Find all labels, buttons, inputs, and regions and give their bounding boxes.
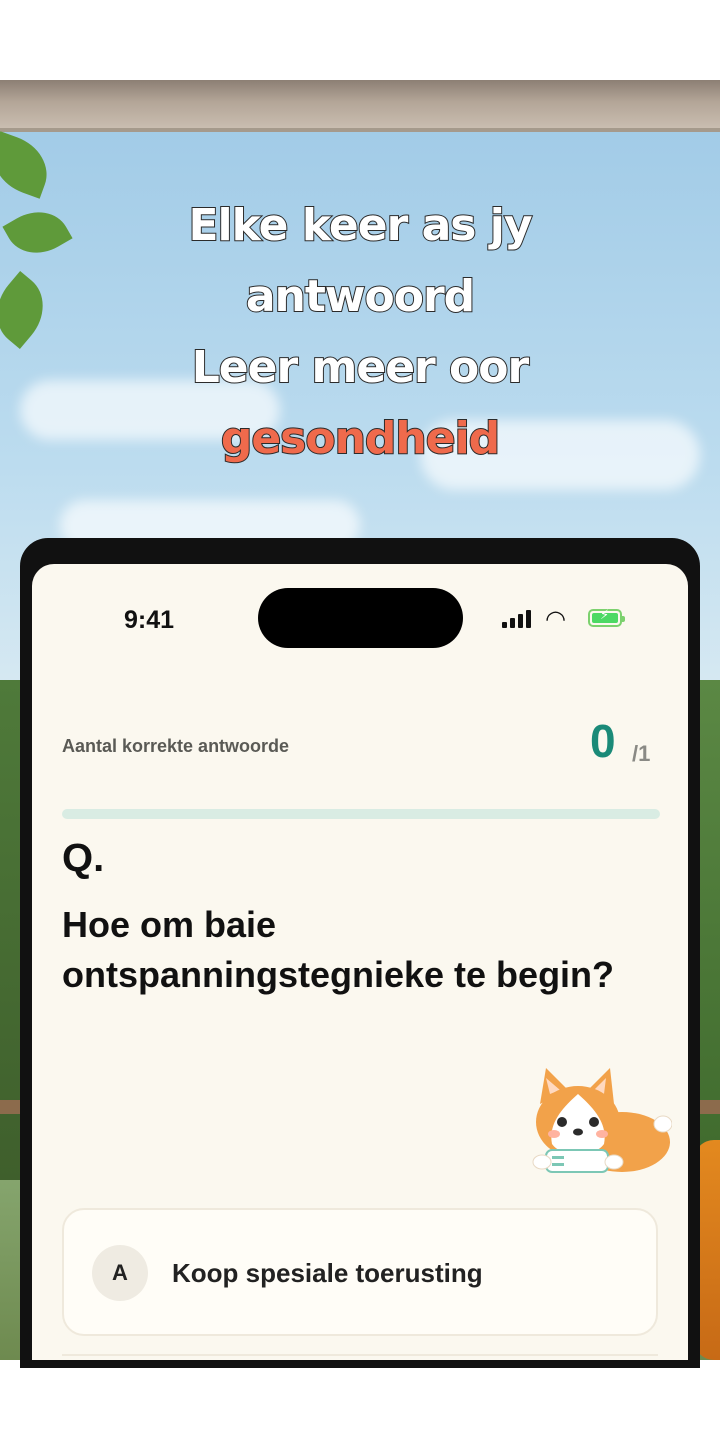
wifi-icon: ◠ xyxy=(545,605,566,633)
score-value: 0 xyxy=(590,715,616,767)
signal-icon xyxy=(502,610,534,628)
window-frame-edge xyxy=(0,128,720,132)
answer-letter: A xyxy=(92,1245,148,1301)
progress-bar xyxy=(62,809,660,819)
battery-charging-icon: ⚡ xyxy=(588,608,625,627)
phone-frame: 9:41 ◠ ⚡ Aantal korrekte antwoorde 0 /1 … xyxy=(20,538,700,1368)
headline-line-2: antwoord xyxy=(245,270,476,323)
phone-screen: 9:41 ◠ ⚡ Aantal korrekte antwoorde 0 /1 … xyxy=(32,564,688,1360)
headline-line-3: Leer meer oor xyxy=(191,341,530,394)
answer-option-next[interactable] xyxy=(62,1354,658,1360)
headline-line-1: Elke keer as jy xyxy=(187,199,533,252)
score-total: /1 xyxy=(632,741,651,766)
headline-line-4: gesondheid xyxy=(220,412,501,465)
corgi-mascot-icon xyxy=(532,1068,672,1173)
leaf xyxy=(0,131,57,199)
dynamic-island xyxy=(258,588,463,648)
answer-option-a[interactable]: A Koop spesiale toerusting xyxy=(62,1208,658,1336)
question-marker: Q. xyxy=(62,836,105,880)
window-frame xyxy=(0,80,720,128)
answer-text: Koop spesiale toerusting xyxy=(172,1258,483,1288)
status-time: 9:41 xyxy=(124,606,175,634)
score-label: Aantal korrekte antwoorde xyxy=(62,736,290,756)
question-text: Hoe om baie ontspanningstegnieke te begi… xyxy=(62,904,615,995)
promo-headline: Elke keer as jy antwoord Leer meer oor g… xyxy=(0,190,720,474)
